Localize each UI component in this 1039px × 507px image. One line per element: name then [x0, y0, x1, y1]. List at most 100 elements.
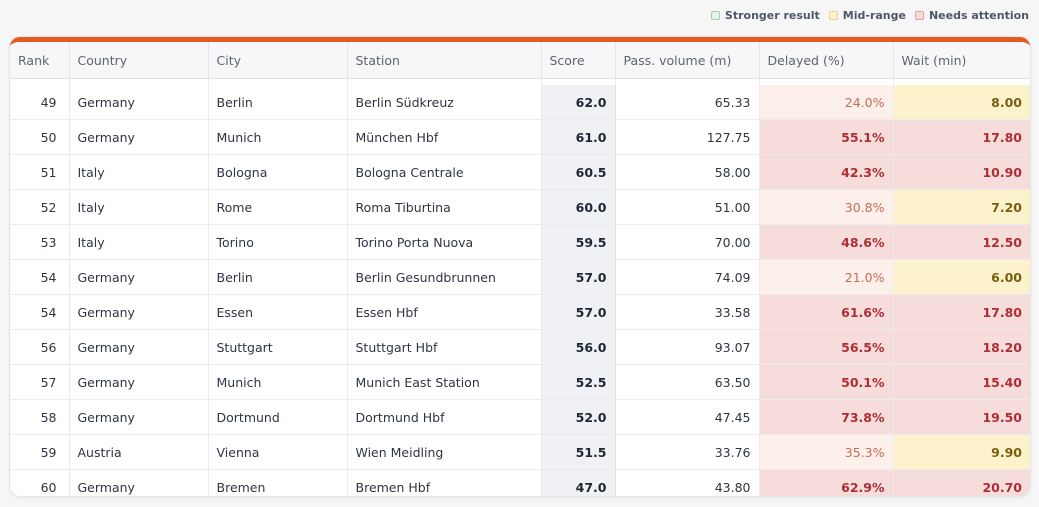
- cell-pass-volume: 93.07: [615, 329, 760, 365]
- table-row[interactable]: 57 Germany Munich Munich East Station 52.5 63…: [10, 364, 1030, 400]
- cell-pass-volume: 47.45: [615, 399, 760, 435]
- legend: Stronger result Mid-range Needs attentio…: [702, 9, 1029, 22]
- cell-pass-volume: 43.80: [615, 469, 760, 496]
- cell-pass-volume: 51.00: [615, 189, 760, 225]
- legend-swatch-mid: [828, 11, 838, 20]
- cell-wait: 15.40: [893, 364, 1030, 400]
- column-header-wait[interactable]: Wait (min): [893, 42, 1030, 79]
- cell-rank: 60: [10, 469, 70, 496]
- cell-country: Germany: [69, 119, 209, 155]
- table-row[interactable]: 54 Germany Essen Essen Hbf 57.0 33.58 61.6% 17.…: [10, 294, 1030, 330]
- cell-rank: 57: [10, 364, 70, 400]
- cell-city: Munich: [208, 119, 348, 155]
- legend-label-good: Stronger result: [724, 9, 820, 22]
- cell-rank: 50: [10, 119, 70, 155]
- cell-delayed: 61.6%: [758, 294, 894, 330]
- cell-rank: 54: [10, 294, 70, 330]
- cell-city: Stuttgart: [208, 329, 348, 365]
- cell-country: Italy: [69, 224, 209, 260]
- cell-city: Essen: [208, 294, 348, 330]
- table-row[interactable]: 58 Germany Dortmund Dortmund Hbf 52.0 47.45 73…: [10, 399, 1030, 435]
- cell-delayed: 42.3%: [758, 154, 894, 190]
- cell-country: Germany: [69, 364, 209, 400]
- cell-rank: 56: [10, 329, 70, 365]
- cell-country: Germany: [69, 399, 209, 435]
- cell-delayed: 35.3%: [758, 434, 894, 470]
- cell-country: Germany: [69, 469, 209, 496]
- cell-city: Dortmund: [208, 399, 348, 435]
- cell-wait: 17.80: [893, 119, 1030, 155]
- cell-station: Essen Hbf: [347, 294, 542, 330]
- cell-station: Berlin Südkreuz: [347, 85, 542, 120]
- cell-delayed: 50.1%: [758, 364, 894, 400]
- column-header-score[interactable]: Score: [541, 42, 616, 79]
- cell-wait: 6.00: [893, 259, 1030, 295]
- column-header-rank[interactable]: Rank: [10, 42, 70, 79]
- table-row[interactable]: 50 Germany Munich München Hbf 61.0 127.75 55.1…: [10, 119, 1030, 155]
- cell-city: Munich: [208, 364, 348, 400]
- table-row[interactable]: 59 Austria Vienna Wien Meidling 51.5 33.76 35.…: [10, 434, 1030, 470]
- cell-wait: 8.00: [893, 85, 1030, 120]
- table-row[interactable]: 49 Germany Berlin Berlin Südkreuz 62.0 65.33 2…: [10, 85, 1030, 120]
- column-header-pass-volume[interactable]: Pass. volume (m): [615, 42, 760, 79]
- cell-wait: 10.90: [893, 154, 1030, 190]
- cell-station: Wien Meidling: [347, 434, 542, 470]
- cell-wait: 17.80: [893, 294, 1030, 330]
- cell-country: Italy: [69, 154, 209, 190]
- legend-label-mid: Mid-range: [842, 9, 906, 22]
- cell-city: Berlin: [208, 259, 348, 295]
- legend-label-bad: Needs attention: [928, 9, 1029, 22]
- cell-station: Roma Tiburtina: [347, 189, 542, 225]
- cell-score: 51.5: [540, 434, 616, 470]
- cell-rank: 53: [10, 224, 70, 260]
- table-row[interactable]: 60 Germany Bremen Bremen Hbf 47.0 43.80 62.9% 2…: [10, 469, 1030, 496]
- cell-city: Rome: [208, 189, 348, 225]
- table-row[interactable]: 53 Italy Torino Torino Porta Nuova 59.5 70.00…: [10, 224, 1030, 260]
- cell-score: 57.0: [540, 259, 616, 295]
- cell-score: 57.0: [540, 294, 616, 330]
- cell-country: Germany: [69, 85, 209, 120]
- table-header-row: Rank Country City Station Score Pass. vo…: [10, 42, 1030, 79]
- cell-pass-volume: 63.50: [615, 364, 760, 400]
- cell-score: 60.5: [540, 154, 616, 190]
- cell-delayed: 24.0%: [758, 85, 894, 120]
- cell-station: Bologna Centrale: [347, 154, 542, 190]
- legend-swatch-bad: [914, 11, 924, 20]
- cell-city: Bremen: [208, 469, 348, 496]
- column-header-station[interactable]: Station: [347, 42, 542, 79]
- table-row[interactable]: 52 Italy Rome Roma Tiburtina 60.0 51.00 30.8% 7…: [10, 189, 1030, 225]
- cell-station: Munich East Station: [347, 364, 542, 400]
- column-header-delayed[interactable]: Delayed (%): [759, 42, 894, 79]
- legend-item-mid: Mid-range: [828, 9, 906, 22]
- cell-country: Italy: [69, 189, 209, 225]
- cell-station: Bremen Hbf: [347, 469, 542, 496]
- column-header-city[interactable]: City: [208, 42, 348, 79]
- table-row[interactable]: 56 Germany Stuttgart Stuttgart Hbf 56.0 93.07…: [10, 329, 1030, 365]
- cell-wait: 20.70: [893, 469, 1030, 496]
- cell-pass-volume: 127.75: [615, 119, 760, 155]
- cell-country: Germany: [69, 259, 209, 295]
- cell-delayed: 30.8%: [758, 189, 894, 225]
- cell-pass-volume: 33.76: [615, 434, 760, 470]
- cell-rank: 52: [10, 189, 70, 225]
- cell-rank: 51: [10, 154, 70, 190]
- station-table: Rank Country City Station Score Pass. vo…: [10, 42, 1030, 496]
- cell-rank: 59: [10, 434, 70, 470]
- legend-item-bad: Needs attention: [914, 9, 1029, 22]
- cell-wait: 18.20: [893, 329, 1030, 365]
- cell-score: 61.0: [540, 119, 616, 155]
- cell-city: Vienna: [208, 434, 348, 470]
- table-row[interactable]: 51 Italy Bologna Bologna Centrale 60.5 58.00 4…: [10, 154, 1030, 190]
- cell-pass-volume: 58.00: [615, 154, 760, 190]
- cell-station: Stuttgart Hbf: [347, 329, 542, 365]
- column-header-country[interactable]: Country: [69, 42, 209, 79]
- cell-score: 47.0: [540, 469, 616, 496]
- cell-pass-volume: 65.33: [615, 85, 760, 120]
- cell-wait: 12.50: [893, 224, 1030, 260]
- table-row[interactable]: 54 Germany Berlin Berlin Gesundbrunnen 57.0 7…: [10, 259, 1030, 295]
- cell-score: 60.0: [540, 189, 616, 225]
- cell-country: Germany: [69, 294, 209, 330]
- cell-score: 52.5: [540, 364, 616, 400]
- cell-delayed: 48.6%: [758, 224, 894, 260]
- cell-score: 62.0: [540, 85, 616, 120]
